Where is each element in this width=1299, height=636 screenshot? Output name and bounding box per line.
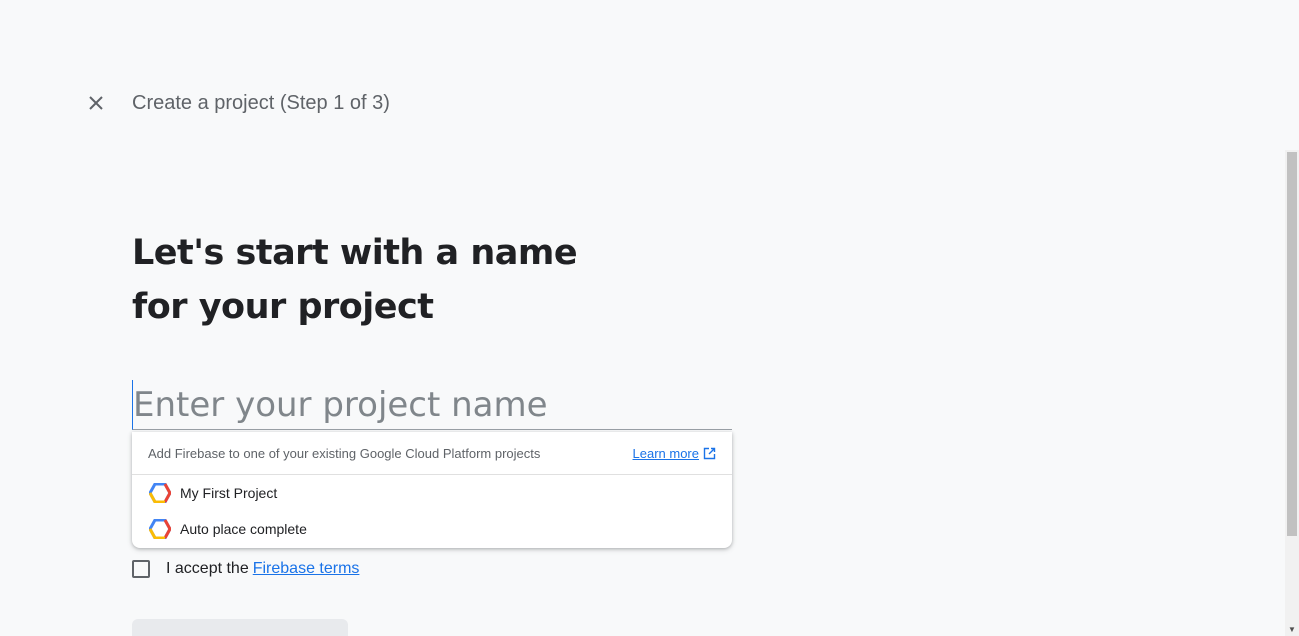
scroll-down-arrow-icon[interactable]: ▼ <box>1285 622 1299 636</box>
page-heading: Let's start with a name for your project <box>132 233 578 327</box>
step-title: Create a project (Step 1 of 3) <box>132 92 390 114</box>
open-in-new-icon <box>703 447 716 459</box>
firebase-terms-link[interactable]: Firebase terms <box>253 560 360 578</box>
project-option-label: My First Project <box>180 485 278 501</box>
close-icon <box>89 96 103 110</box>
project-name-input[interactable] <box>132 380 732 430</box>
continue-button[interactable] <box>132 619 348 636</box>
dropdown-header: Add Firebase to one of your existing Goo… <box>132 432 732 475</box>
existing-projects-dropdown: Add Firebase to one of your existing Goo… <box>132 432 732 548</box>
accept-terms-checkbox[interactable] <box>132 560 150 578</box>
create-project-page: Create a project (Step 1 of 3) Let's sta… <box>0 0 1299 636</box>
project-option-my-first-project[interactable]: My First Project <box>132 475 732 511</box>
gcp-hexagon-icon <box>148 481 172 505</box>
project-option-label: Auto place complete <box>180 521 307 537</box>
terms-prefix: I accept the <box>166 560 249 577</box>
scrollbar[interactable]: ▼ <box>1285 150 1299 636</box>
dropdown-header-text: Add Firebase to one of your existing Goo… <box>148 445 541 461</box>
gcp-hexagon-icon <box>148 517 172 541</box>
learn-more-link[interactable]: Learn more <box>633 446 716 461</box>
terms-row: I accept the Firebase terms <box>132 560 359 578</box>
learn-more-label: Learn more <box>632 445 699 461</box>
scrollbar-thumb[interactable] <box>1287 152 1297 536</box>
project-option-auto-place-complete[interactable]: Auto place complete <box>132 511 732 547</box>
close-button[interactable] <box>80 87 112 119</box>
